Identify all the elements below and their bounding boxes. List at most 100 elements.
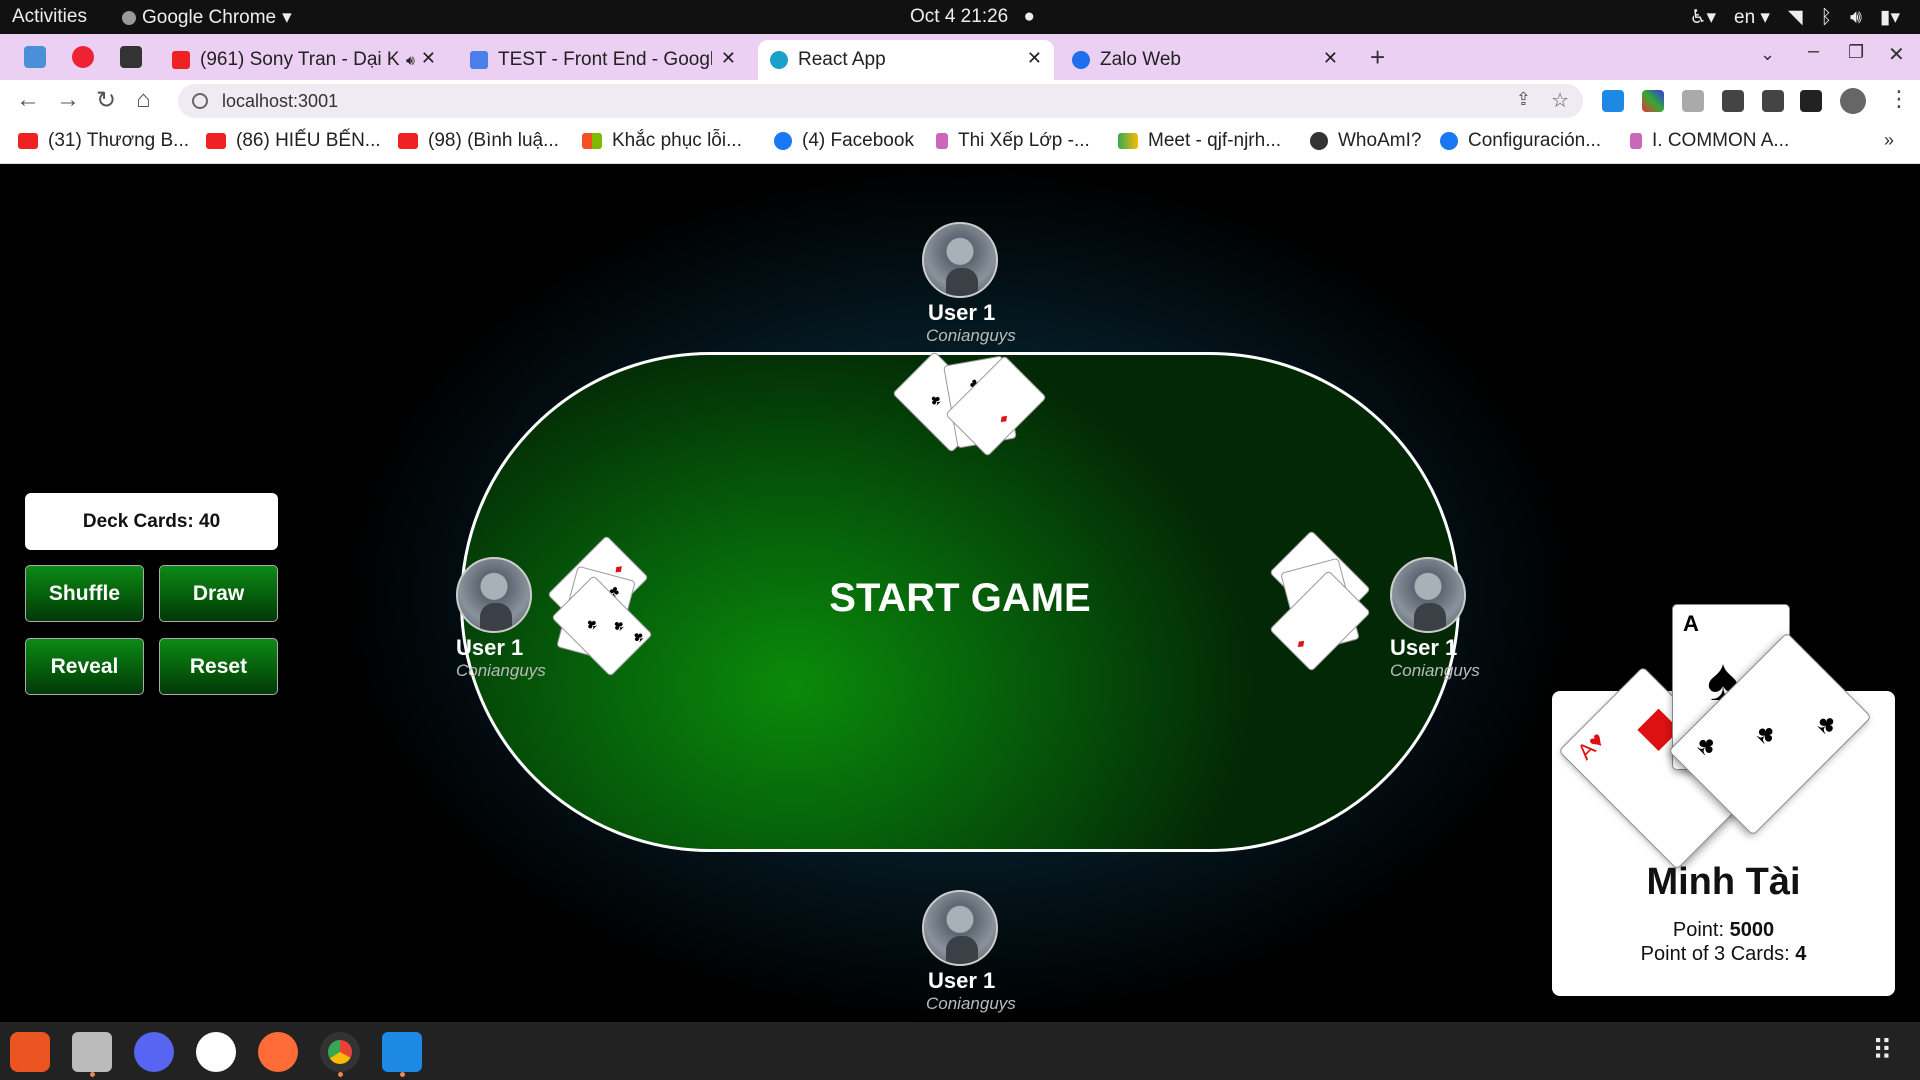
docs-icon — [470, 51, 488, 69]
pinned-tab-screen-icon[interactable] — [24, 46, 46, 68]
game-viewport: START GAME User 1 Conianguys ♣♣ ♣♣ ♦ Use… — [0, 164, 1920, 1022]
minimize-icon[interactable]: – — [1808, 40, 1819, 63]
bookmark-item[interactable]: (31) Thương B... — [18, 130, 189, 152]
site-info-icon[interactable] — [192, 93, 208, 109]
zalo-icon — [1072, 51, 1090, 69]
reveal-button[interactable]: Reveal — [25, 638, 144, 695]
club-suit-icon: ♣ — [1690, 728, 1725, 762]
profile-avatar-icon[interactable] — [1840, 88, 1866, 114]
bookmark-item[interactable]: WhoAmI? — [1310, 130, 1421, 152]
point-value: 5000 — [1729, 919, 1775, 941]
activities-button[interactable]: Activities — [12, 6, 87, 28]
more-bookmarks-icon[interactable]: » — [1884, 130, 1894, 151]
clock[interactable]: Oct 4 21:26 ● — [910, 6, 1035, 28]
player-name: User 1 — [1390, 635, 1458, 660]
bookmark-label: (86) HIẾU BẾN... — [236, 130, 381, 151]
files-icon[interactable] — [72, 1032, 112, 1072]
draw-button[interactable]: Draw — [159, 565, 278, 622]
close-tab-icon[interactable]: ✕ — [1027, 48, 1042, 69]
bookmark-item[interactable]: (4) Facebook — [774, 130, 914, 152]
more-menu-icon[interactable]: ⋮ — [1888, 86, 1910, 112]
discord-icon[interactable] — [134, 1032, 174, 1072]
extensions-puzzle-icon[interactable] — [1722, 90, 1744, 112]
chrome-icon[interactable] — [320, 1032, 360, 1072]
deck-counter: Deck Cards: 40 — [25, 493, 278, 550]
youtube-icon — [398, 133, 418, 149]
player-handle: Conianguys — [926, 326, 1016, 345]
start-game-button[interactable]: START GAME — [760, 576, 1160, 621]
close-tab-icon[interactable]: ✕ — [1323, 48, 1338, 69]
bookmark-item[interactable]: Configuración... — [1440, 130, 1601, 152]
accessibility-icon[interactable]: ♿︎▾ — [1689, 6, 1716, 29]
tab-google-docs[interactable]: TEST - Front End - Google ✕ — [458, 40, 748, 80]
reload-icon[interactable]: ↻ — [96, 86, 116, 115]
close-tab-icon[interactable]: ✕ — [721, 48, 736, 69]
app-menu[interactable]: Google Chrome ▾ — [122, 6, 292, 29]
tab-search-icon[interactable]: ⌄ — [1760, 44, 1775, 65]
three-card-label: Point of 3 Cards: — [1640, 943, 1796, 965]
tab-title: (961) Sony Tran - Dại K — [200, 49, 400, 70]
mongodb-compass-icon[interactable] — [196, 1032, 236, 1072]
side-panel-icon[interactable] — [1800, 90, 1822, 112]
bookmark-star-icon[interactable]: ☆ — [1551, 88, 1569, 113]
player-bottom: User 1 Conianguys — [922, 890, 1016, 1014]
extension-color-icon[interactable] — [1642, 90, 1664, 112]
close-tab-icon[interactable]: ✕ — [421, 48, 436, 69]
restore-icon[interactable]: ❐ — [1848, 42, 1864, 63]
player-name: User 1 — [928, 300, 996, 325]
system-top-bar: Activities Google Chrome ▾ Oct 4 21:26 ●… — [0, 0, 1920, 34]
volume-icon[interactable]: 🔊︎ — [1850, 7, 1862, 29]
language-indicator[interactable]: en ▾ — [1734, 6, 1770, 29]
vscode-icon[interactable] — [382, 1032, 422, 1072]
eyedropper-icon[interactable] — [1682, 90, 1704, 112]
youtube-icon — [206, 133, 226, 149]
pinned-tab-game-icon[interactable] — [120, 46, 142, 68]
player-avatar — [922, 890, 998, 966]
bookmark-item[interactable]: (86) HIẾU BẾN... — [206, 130, 381, 152]
share-icon[interactable]: ⇪ — [1516, 89, 1531, 110]
new-tab-button[interactable]: + — [1370, 42, 1385, 73]
bookmark-item[interactable]: Khắc phục lỗi... — [582, 130, 742, 152]
bookmark-label: Khắc phục lỗi... — [612, 130, 742, 151]
forward-icon[interactable]: → — [56, 86, 80, 114]
bookmarks-bar: (31) Thương B... (86) HIẾU BẾN... (98) (… — [0, 122, 1920, 164]
tab-zalo[interactable]: Zalo Web ✕ — [1060, 40, 1350, 80]
speaker-icon[interactable]: 🔊︎ — [406, 52, 415, 69]
player-top: User 1 Conianguys — [922, 222, 1016, 346]
app-store-icon[interactable] — [10, 1032, 50, 1072]
bookmark-item[interactable]: Thi Xếp Lớp -... — [936, 130, 1090, 152]
reset-button[interactable]: Reset — [159, 638, 278, 695]
close-window-icon[interactable]: ✕ — [1888, 42, 1905, 67]
three-card-value: 4 — [1795, 943, 1807, 965]
extension-drop-icon[interactable] — [1602, 90, 1624, 112]
microsoft-icon — [582, 133, 602, 149]
home-icon[interactable]: ⌂ — [136, 86, 151, 114]
tab-title: TEST - Front End - Google — [498, 49, 712, 70]
show-apps-icon[interactable]: ⠿ — [1872, 1034, 1893, 1067]
tab-react-app[interactable]: React App ✕ — [758, 40, 1054, 80]
postman-icon[interactable] — [258, 1032, 298, 1072]
chrome-small-icon — [122, 10, 136, 25]
back-icon[interactable]: ← — [16, 86, 40, 114]
bookmark-site-icon — [936, 133, 948, 149]
tab-title: React App — [798, 49, 886, 70]
media-control-icon[interactable] — [1762, 90, 1784, 112]
address-bar[interactable]: localhost:3001 ⇪ ☆ — [178, 84, 1583, 118]
point-label: Point: — [1672, 919, 1730, 941]
card-rank: A — [1683, 611, 1699, 636]
wifi-icon[interactable]: ◥ — [1788, 6, 1803, 29]
tab-youtube[interactable]: (961) Sony Tran - Dại K 🔊︎ ✕ — [160, 40, 448, 80]
bookmark-label: (31) Thương B... — [48, 130, 189, 151]
bookmark-item[interactable]: (98) (Bình luậ... — [398, 130, 559, 152]
bookmark-item[interactable]: I. COMMON A... — [1630, 130, 1789, 152]
pinned-tab-todo-icon[interactable] — [72, 46, 94, 68]
player-avatar — [456, 557, 532, 633]
shuffle-button[interactable]: Shuffle — [25, 565, 144, 622]
bookmark-item[interactable]: Meet - qjf-njrh... — [1118, 130, 1281, 152]
bluetooth-icon[interactable]: ᛒ — [1821, 7, 1832, 29]
running-indicator — [338, 1072, 343, 1077]
heart-suit-icon: A♥ — [1572, 727, 1610, 765]
facebook-icon — [1440, 132, 1458, 150]
app-menu-label: Google Chrome — [142, 6, 277, 28]
battery-icon[interactable]: ▮▾ — [1880, 6, 1900, 29]
